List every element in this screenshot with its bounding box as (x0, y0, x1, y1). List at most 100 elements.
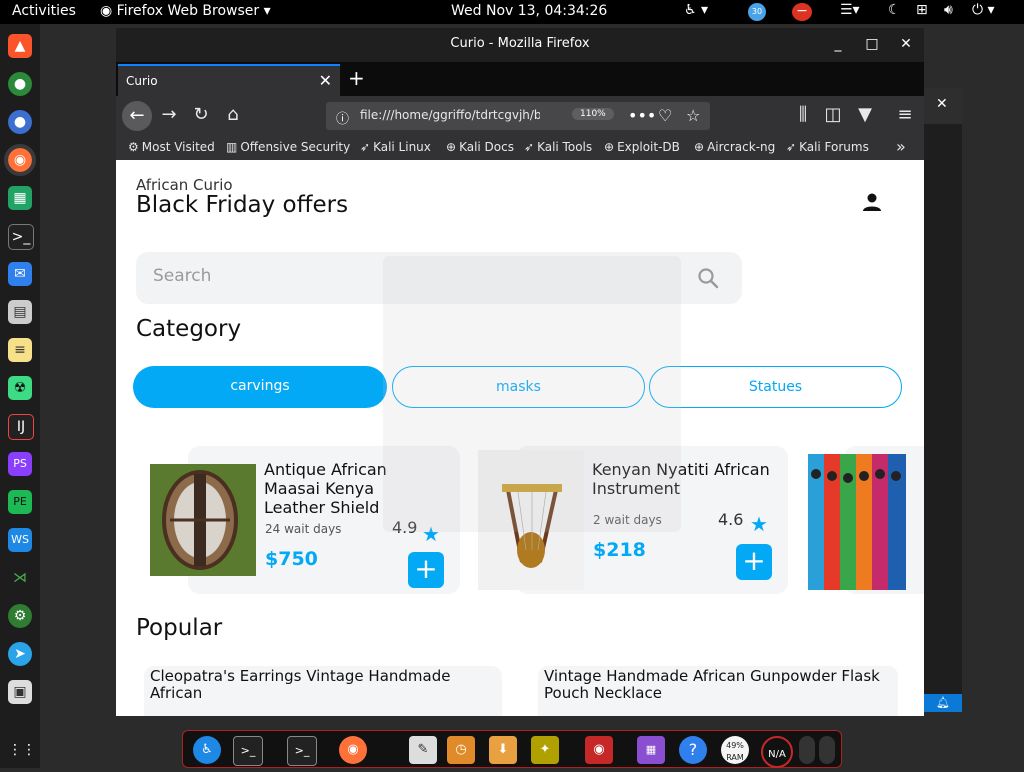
bookmark-kali-linux[interactable]: ➶ Kali Linux (360, 140, 431, 154)
search-icon[interactable] (696, 266, 720, 290)
close-button[interactable]: ✕ (898, 36, 914, 52)
spreadsheet-icon[interactable]: ▦ (8, 186, 32, 210)
account-icon[interactable] (860, 190, 884, 214)
application-dock: ▲ ● ● ◉ ▦ >_ ✉ ▤ ≡ ☢ IJ PS PE WS ⋊ ⚙ ➤ ▣… (0, 24, 40, 768)
tab-curio[interactable]: Curio ✕ (118, 64, 340, 96)
popular-item[interactable]: Vintage Handmade African Gunpowder Flask… (538, 666, 898, 716)
forward-button[interactable]: → (156, 104, 182, 125)
package-icon[interactable]: ▣ (8, 680, 32, 704)
globe-icon: ⊕ (694, 140, 705, 154)
vscode-icon[interactable]: ⋊ (8, 566, 32, 590)
volume-icon[interactable]: 🔊︎ (944, 2, 953, 18)
firefox-window: Curio - Mozilla Firefox _ □ ✕ Curio ✕ + … (116, 28, 924, 716)
minimize-button[interactable]: _ (830, 36, 846, 52)
bookmarks-overflow-icon[interactable]: » (896, 137, 906, 156)
zoom-indicator[interactable]: 110% (572, 108, 614, 120)
new-tab-button[interactable]: + (348, 66, 365, 90)
notification-bell-icon[interactable]: 🔔︎ (924, 694, 962, 712)
intellij-icon[interactable]: IJ (8, 414, 34, 440)
phpstorm-icon[interactable]: PS (8, 452, 32, 476)
popular-item[interactable]: Cleopatra's Earrings Vintage Handmade Af… (144, 666, 502, 716)
product-wait-days: 24 wait days (265, 522, 342, 536)
category-carvings[interactable]: carvings (133, 366, 387, 408)
clock[interactable]: Wed Nov 13, 04:34:26 (451, 3, 607, 19)
reload-button[interactable]: ↻ (188, 104, 214, 125)
help-icon[interactable]: ? (679, 736, 707, 764)
night-mode-icon[interactable]: ☾ (888, 2, 901, 18)
bookmark-label: Kali Tools (537, 140, 593, 154)
clock-app-icon[interactable]: ◷ (447, 736, 475, 764)
bookmark-kali-docs[interactable]: ⊕ Kali Docs (446, 140, 514, 154)
category-statues[interactable]: Statues (649, 366, 902, 408)
telegram-icon[interactable]: ➤ (8, 642, 32, 666)
weather-icon[interactable]: 30 (748, 3, 766, 21)
product-card[interactable] (808, 446, 924, 594)
page-info-icon[interactable]: ⓘ (336, 108, 349, 127)
network-icon[interactable]: ⊞ (916, 2, 928, 18)
gear-icon: ⚙ (128, 140, 139, 154)
show-apps-icon[interactable]: ⋮⋮ (8, 738, 36, 762)
painting-image (808, 454, 906, 590)
terminal-alt-icon[interactable]: >_ (287, 736, 317, 766)
menu-list-icon[interactable]: ☰▾ (840, 2, 860, 18)
offsec-icon: ▥ (226, 140, 238, 154)
search-input[interactable]: Search (153, 266, 211, 286)
image-app-icon[interactable]: ✦ (531, 736, 559, 764)
firefox-window-icon[interactable]: ◉ (585, 736, 613, 764)
bookmark-star-icon[interactable]: ☆ (686, 106, 700, 125)
brave-icon[interactable]: ▲ (8, 34, 32, 58)
bookmark-label: Offensive Security (240, 140, 351, 154)
files-icon[interactable]: ▤ (8, 300, 32, 324)
extension-icon[interactable]: ▼ (852, 104, 878, 125)
window-title: Curio - Mozilla Firefox (450, 36, 590, 51)
navigation-toolbar: ← → ↻ ⌂ ⓘ file:///home/ggriffo/tdrtcgvjh… (116, 96, 924, 136)
bookmark-most-visited[interactable]: ⚙ Most Visited (128, 140, 215, 154)
pocket-icon[interactable]: ♡ (658, 106, 672, 125)
shield-image (150, 464, 256, 576)
accessibility-icon[interactable]: ♿ ▾ (684, 2, 708, 18)
firefox-icon[interactable]: ◉ (4, 144, 36, 176)
pycharm-edu-icon[interactable]: PE (8, 490, 32, 514)
sidebar-icon[interactable]: ◫ (820, 104, 846, 125)
firefox-app-icon: ◉ (100, 3, 117, 19)
downloads-folder-icon[interactable]: ⬇ (489, 736, 517, 764)
network-monitor: N/A (761, 736, 793, 768)
bookmark-aircrack-ng[interactable]: ⊕ Aircrack-ng (694, 140, 775, 154)
hamburger-menu-icon[interactable]: ≡ (892, 104, 918, 125)
firefox-icon[interactable]: ◉ (339, 736, 367, 764)
close-icon[interactable]: ✕ (936, 96, 948, 112)
home-button[interactable]: ⌂ (220, 104, 246, 125)
bookmark-label: Exploit-DB (617, 140, 680, 154)
chrome-icon[interactable]: ● (8, 72, 32, 96)
chromium-icon[interactable]: ● (8, 110, 32, 134)
back-button[interactable]: ← (122, 101, 152, 131)
library-icon[interactable]: ⫼ (790, 104, 816, 125)
page-content: African Curio Black Friday offers Search… (116, 160, 924, 716)
notes-icon[interactable]: ≡ (8, 338, 32, 362)
ram-value: 49% (726, 741, 744, 750)
terminal-icon[interactable]: >_ (233, 736, 263, 766)
activities-button[interactable]: Activities (12, 3, 76, 19)
window-list-icon[interactable]: ▦ (637, 736, 665, 764)
webstorm-icon[interactable]: WS (8, 528, 32, 552)
accessibility-icon[interactable]: ♿ (193, 736, 221, 764)
bookmark-kali-forums[interactable]: ➶ Kali Forums (786, 140, 869, 154)
page-actions-icon[interactable]: ••• (628, 106, 656, 125)
bookmark-exploit-db[interactable]: ⊕ Exploit-DB (604, 140, 680, 154)
terminal-icon[interactable]: >_ (8, 224, 34, 250)
bookmark-offensive-security[interactable]: ▥ Offensive Security (226, 140, 350, 154)
android-studio-icon[interactable]: ☢ (8, 376, 32, 400)
app-menu[interactable]: ◉ Firefox Web Browser ▾ (100, 3, 271, 19)
close-tab-icon[interactable]: ✕ (319, 71, 332, 90)
settings-icon[interactable]: ⚙ (8, 604, 32, 628)
text-editor-icon[interactable]: ✎ (409, 736, 437, 764)
bookmark-kali-tools[interactable]: ➶ Kali Tools (524, 140, 592, 154)
add-to-cart-button[interactable]: + (408, 552, 444, 588)
url-text[interactable]: file:///home/ggriffo/tdrtcgvjh/bo (360, 108, 540, 122)
mail-icon[interactable]: ✉ (8, 262, 32, 286)
add-to-cart-button[interactable]: + (736, 544, 772, 580)
no-entry-icon[interactable]: − (792, 3, 812, 21)
url-bar[interactable]: ⓘ file:///home/ggriffo/tdrtcgvjh/bo 110%… (326, 102, 710, 130)
maximize-button[interactable]: □ (864, 36, 880, 52)
power-icon[interactable]: ⏻ ▾ (972, 2, 995, 18)
